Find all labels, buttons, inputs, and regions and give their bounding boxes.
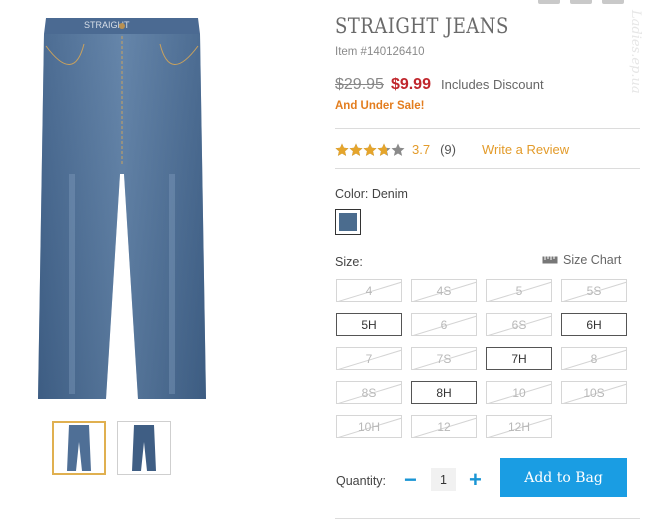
- size-grid: 4 4S 5 5S 5H 6 6S 6H 7 7S 7H 8 8S 8H 10 10S 10H 12 12H: [336, 279, 627, 438]
- thumbnail-back[interactable]: [117, 421, 171, 475]
- size-option-8s: 8S: [336, 381, 402, 404]
- star-rating[interactable]: [335, 143, 405, 157]
- size-option-label: 12H: [507, 419, 530, 434]
- review-count[interactable]: (9): [440, 142, 456, 157]
- size-option-4s: 4S: [411, 279, 477, 302]
- sale-note: And Under Sale!: [335, 100, 425, 112]
- ruler-icon: [542, 256, 558, 264]
- size-chart-link[interactable]: Size Chart: [542, 253, 621, 267]
- share-icon[interactable]: [538, 0, 560, 4]
- size-option-8h[interactable]: 8H: [411, 381, 477, 404]
- size-option-7: 7: [336, 347, 402, 370]
- size-option-label: 8H: [436, 385, 452, 400]
- sale-price: $9.99: [390, 76, 431, 93]
- size-option-label: 6S: [511, 317, 527, 332]
- size-option-5s: 5S: [561, 279, 627, 302]
- size-option-10h: 10H: [336, 415, 402, 438]
- size-option-label: 6: [440, 317, 448, 332]
- size-option-6h[interactable]: 6H: [561, 313, 627, 336]
- size-option-label: 5S: [586, 283, 602, 298]
- size-option-5h[interactable]: 5H: [336, 313, 402, 336]
- quantity-label: Quantity:: [336, 474, 387, 488]
- share-icons: [538, 0, 624, 4]
- size-option-10: 10: [486, 381, 552, 404]
- quantity-increase-button[interactable]: +: [469, 466, 482, 494]
- discount-note: Includes Discount: [440, 77, 544, 92]
- size-option-6s: 6S: [486, 313, 552, 336]
- size-option-7h[interactable]: 7H: [486, 347, 552, 370]
- thumbnail-list: [52, 421, 171, 475]
- original-price: $29.95: [335, 76, 384, 93]
- jeans-thumbnail-icon: [67, 425, 91, 471]
- rating-row: 3.7 (9) Write a Review: [335, 142, 569, 157]
- email-icon[interactable]: [570, 0, 592, 4]
- size-option-label: 12: [437, 419, 451, 434]
- size-option-label: 10: [512, 385, 526, 400]
- size-option-label: 7S: [436, 351, 452, 366]
- size-option-label: 10S: [583, 385, 605, 400]
- star-icon: [335, 143, 405, 156]
- size-option-label: 4: [365, 283, 373, 298]
- size-chart-label: Size Chart: [563, 253, 622, 267]
- size-option-label: 5H: [361, 317, 377, 332]
- color-label: Color: Denim: [335, 187, 408, 201]
- size-option-8: 8: [561, 347, 627, 370]
- size-option-label: 7H: [511, 351, 527, 366]
- size-option-6: 6: [411, 313, 477, 336]
- add-to-bag-button[interactable]: Add to Bag: [500, 458, 627, 497]
- size-option-5: 5: [486, 279, 552, 302]
- product-title: STRAIGHT JEANS: [335, 14, 509, 38]
- size-option-label: 8: [590, 351, 598, 366]
- size-option-4: 4: [336, 279, 402, 302]
- quantity-value[interactable]: 1: [431, 468, 456, 491]
- item-number: Item #140126410: [335, 46, 425, 58]
- quantity-decrease-button[interactable]: −: [404, 466, 417, 494]
- color-swatch-denim[interactable]: [335, 209, 361, 235]
- size-label: Size:: [335, 255, 363, 269]
- jeans-image: STRAIGHT: [38, 18, 206, 399]
- divider: [335, 128, 640, 129]
- price-row: $29.95 $9.99 Includes Discount: [335, 76, 544, 94]
- product-main-image: STRAIGHT: [24, 14, 220, 404]
- size-option-12h: 12H: [486, 415, 552, 438]
- rating-value: 3.7: [412, 142, 431, 157]
- swatch-fill: [339, 213, 357, 231]
- size-option-label: 5: [515, 283, 523, 298]
- divider: [335, 168, 640, 169]
- size-option-label: 10H: [357, 419, 380, 434]
- size-option-label: 6H: [586, 317, 602, 332]
- watermark: Ladies.ep.ua: [628, 10, 643, 94]
- size-option-label: 4S: [436, 283, 452, 298]
- size-option-7s: 7S: [411, 347, 477, 370]
- size-option-label: 8S: [361, 385, 377, 400]
- size-option-12: 12: [411, 415, 477, 438]
- jeans-thumbnail-icon: [132, 425, 156, 471]
- print-icon[interactable]: [602, 0, 624, 4]
- thumbnail-front[interactable]: [52, 421, 106, 475]
- size-option-label: 7: [365, 351, 373, 366]
- write-review-link[interactable]: Write a Review: [482, 142, 569, 157]
- size-option-10s: 10S: [561, 381, 627, 404]
